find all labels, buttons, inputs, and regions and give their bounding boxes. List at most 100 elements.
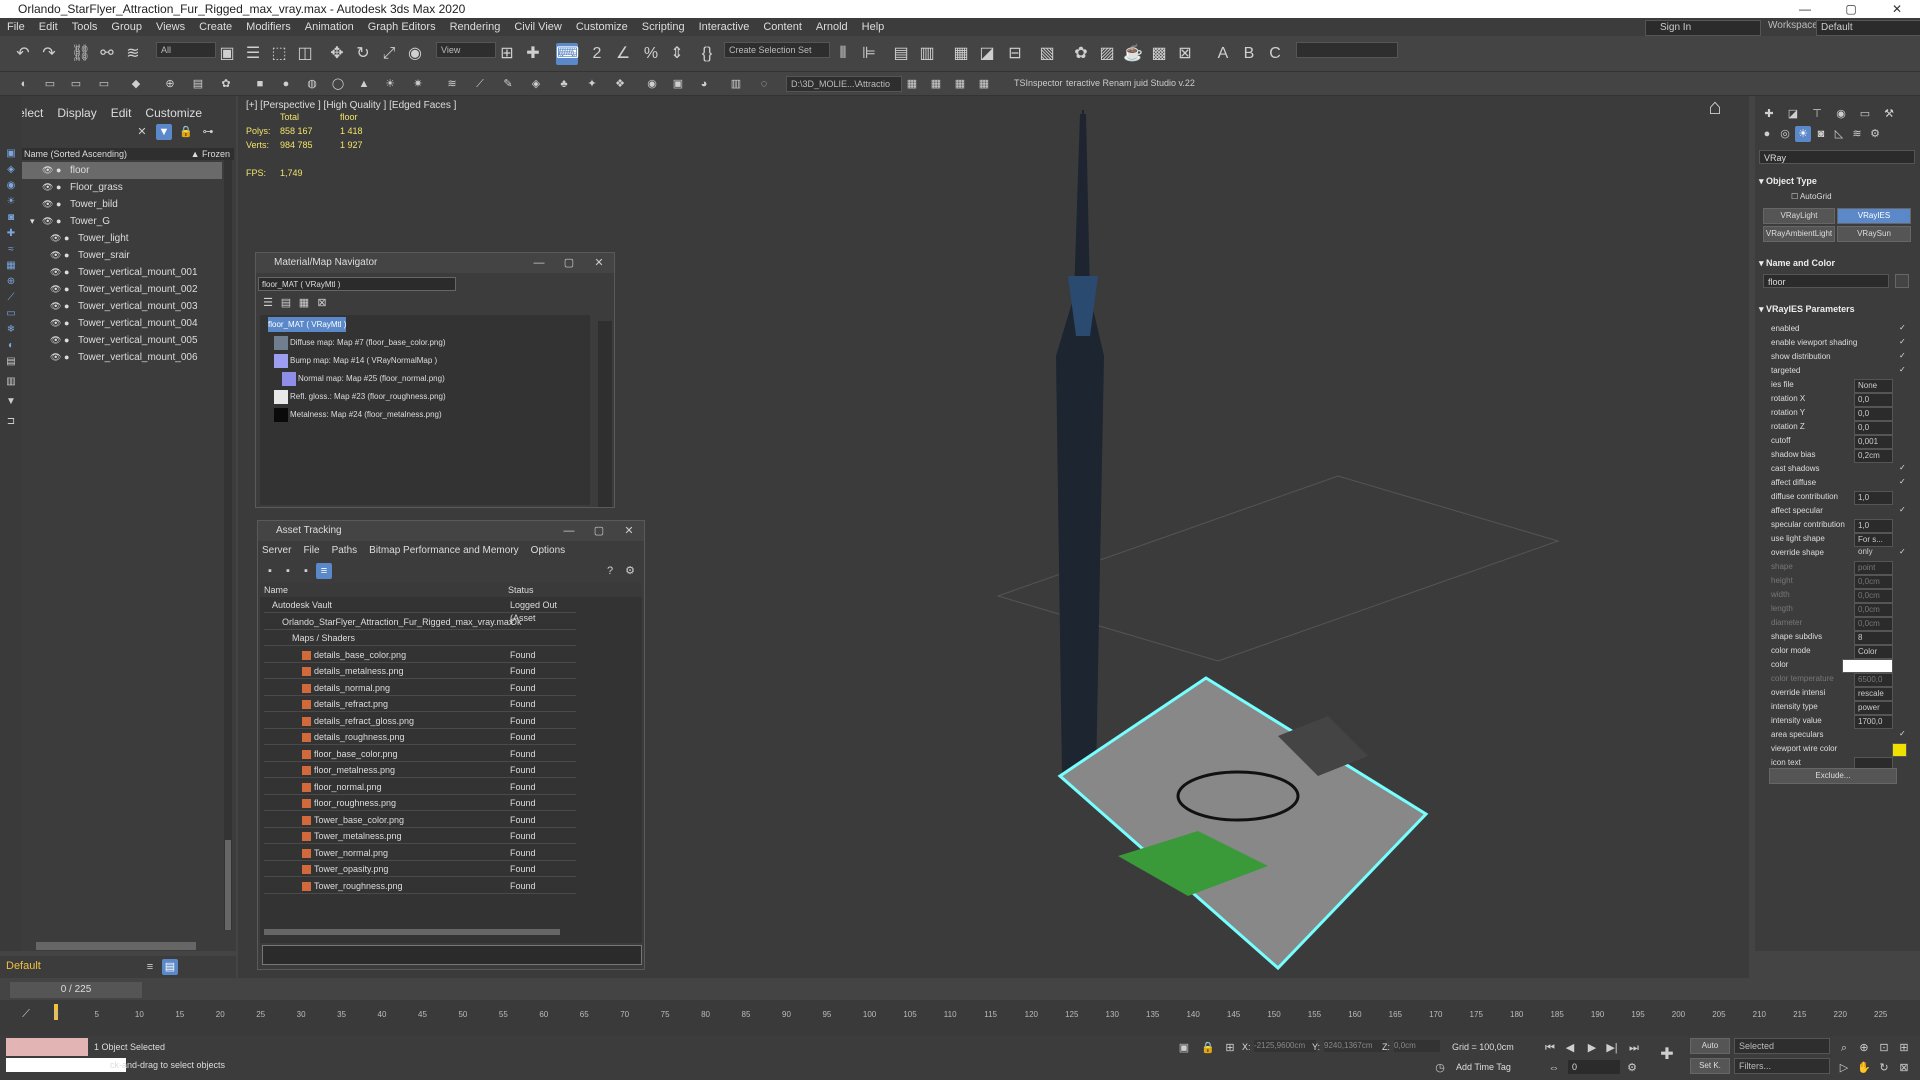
scrollbar-thumb[interactable] (225, 840, 231, 930)
maximize-button[interactable]: ▢ (554, 253, 584, 273)
help-icon[interactable]: ? (602, 563, 618, 579)
edit-named-selection-icon[interactable]: {} (696, 43, 718, 65)
go-to-start-icon[interactable]: ⏮ (1542, 1040, 1558, 1056)
render-toggle-icon[interactable]: ● (64, 298, 74, 315)
scene-list-header[interactable]: Name (Sorted Ascending) ▲ Frozen (22, 148, 234, 160)
close-button[interactable]: ✕ (614, 521, 644, 541)
select-by-name-icon[interactable]: ☰ (242, 43, 264, 65)
mirror-icon[interactable]: ⫴ (832, 43, 854, 65)
param-checkbox[interactable]: ✓ (1899, 324, 1907, 332)
display-xrefs-icon[interactable]: ⊕ (4, 276, 18, 288)
visibility-eye-icon[interactable]: 👁 (50, 264, 61, 281)
vraysun-button[interactable]: VRaySun (1837, 226, 1911, 242)
scene-item-floor[interactable]: 👁 ● floor (22, 162, 222, 179)
param-value-field[interactable]: 1700,0 (1854, 715, 1893, 729)
scene-item-tower-vertical-mount-003[interactable]: 👁 ● Tower_vertical_mount_003 (22, 298, 222, 315)
param-row[interactable]: targeted ✓ (1771, 364, 1911, 378)
view-list-icon[interactable]: ☰ (260, 295, 276, 311)
display-hidden-icon[interactable]: ◐ (4, 340, 18, 352)
layer-explorer-toggle-icon[interactable]: ▤ (162, 959, 178, 975)
menu-scripting[interactable]: Scripting (635, 21, 692, 33)
param-row[interactable]: intensity value 1700,0 (1771, 714, 1911, 729)
place-icon[interactable]: ◉ (404, 43, 426, 65)
render-toggle-icon[interactable]: ● (64, 230, 74, 247)
time-tag-icon[interactable]: ◷ (1432, 1060, 1448, 1076)
maximize-button[interactable]: ▢ (584, 521, 614, 541)
asset-row[interactable]: Orlando_StarFlyer_Attraction_Fur_Rigged_… (264, 616, 576, 630)
param-value-field[interactable]: 0,0 (1854, 393, 1893, 407)
display-groups-icon[interactable]: ▦ (4, 260, 18, 272)
visibility-eye-icon[interactable]: 👁 (50, 315, 61, 332)
visibility-eye-icon[interactable]: 👁 (50, 298, 61, 315)
reference-coord-dropdown[interactable]: View (436, 42, 496, 58)
tool-n-icon[interactable]: ✦ (584, 76, 600, 92)
param-value-field[interactable]: 0,2cm (1854, 449, 1893, 463)
unlink-icon[interactable]: ⚯ (96, 43, 118, 65)
param-row[interactable]: area speculars ✓ (1771, 728, 1911, 742)
layer-explorer-icon[interactable]: ▤ (890, 43, 912, 65)
scene-item-tower-srair[interactable]: 👁 ● Tower_srair (22, 247, 222, 264)
param-row[interactable]: rotation Z 0,0 (1771, 420, 1911, 435)
menu-interactive[interactable]: Interactive (692, 21, 757, 33)
path-dropdown[interactable]: D:\3D_MOLIE...\Attractio (786, 76, 902, 92)
param-row[interactable]: enabled ✓ (1771, 322, 1911, 336)
asset-row[interactable]: floor_metalness.png Found (264, 764, 576, 778)
extra-dropdown[interactable] (1296, 42, 1398, 58)
param-value-field[interactable]: 0,0 (1854, 421, 1893, 435)
visibility-eye-icon[interactable]: 👁 (42, 179, 53, 196)
minimize-button[interactable]: — (524, 253, 554, 273)
visibility-eye-icon[interactable]: 👁 (42, 196, 53, 213)
tool-h-icon[interactable]: ✿ (218, 76, 234, 92)
angle-snap-icon[interactable]: ∠ (612, 43, 634, 65)
fov-icon[interactable]: ▷ (1836, 1060, 1852, 1076)
create-tab-icon[interactable]: ✚ (1761, 106, 1777, 122)
minimize-button[interactable]: — (554, 521, 584, 541)
zoom-all-icon[interactable]: ⊕ (1856, 1040, 1872, 1056)
close-search-icon[interactable]: ✕ (134, 124, 150, 140)
rotate-icon[interactable]: ↻ (352, 43, 374, 65)
table-view-icon[interactable]: ≡ (316, 563, 332, 579)
menu-views[interactable]: Views (149, 21, 192, 33)
selection-filter-dropdown[interactable]: All (156, 42, 216, 58)
param-row[interactable]: specular contribution 1,0 (1771, 518, 1911, 533)
window-crossing-icon[interactable]: ◫ (294, 43, 316, 65)
asset-row[interactable]: details_roughness.png Found (264, 731, 576, 745)
vrayambientlight-button[interactable]: VRayAmbientLight (1763, 226, 1835, 242)
menu-graph-editors[interactable]: Graph Editors (361, 21, 443, 33)
asset-row[interactable]: Tower_metalness.png Found (264, 830, 576, 844)
render-iterative-icon[interactable]: ▩ (1148, 43, 1170, 65)
visibility-eye-icon[interactable]: 👁 (42, 213, 53, 230)
key-mode-icon[interactable]: ⇔ (1546, 1060, 1562, 1076)
tool-m-icon[interactable]: ♣ (556, 76, 572, 92)
undo-icon[interactable]: ↶ (12, 43, 34, 65)
tool-w-icon[interactable]: ▦ (952, 76, 968, 92)
param-value-field[interactable]: 6500,0 (1854, 673, 1893, 687)
param-row[interactable]: shadow bias 0,2cm (1771, 448, 1911, 463)
sign-in-dropdown[interactable]: Sign In (1645, 20, 1761, 36)
set-key-button[interactable]: Set K. (1690, 1058, 1730, 1074)
y-coordinate-field[interactable]: 9240,1367cm (1324, 1040, 1386, 1052)
param-value-field[interactable]: For s... only (1854, 533, 1893, 556)
tool-i-icon[interactable]: ≋ (444, 76, 460, 92)
select-manipulate-icon[interactable]: ✚ (522, 43, 544, 65)
scene-explorer-icon[interactable]: ▦ (950, 43, 972, 65)
select-object-icon[interactable]: ▣ (216, 43, 238, 65)
scene-item-tower-vertical-mount-001[interactable]: 👁 ● Tower_vertical_mount_001 (22, 264, 222, 281)
minimize-button[interactable]: — (1782, 0, 1828, 18)
param-value-field[interactable]: 0,001 (1854, 435, 1893, 449)
param-row[interactable]: viewport wire color (1771, 742, 1911, 757)
asset-row[interactable]: details_refract_gloss.png Found (264, 715, 576, 729)
menu-create[interactable]: Create (192, 21, 239, 33)
snap-toggle-icon[interactable]: 2 (586, 43, 608, 65)
render-frame-icon[interactable]: ⊠ (1174, 43, 1196, 65)
menu-bitmap-performance[interactable]: Bitmap Performance and Memory (369, 545, 519, 556)
pivot-icon[interactable]: ⊞ (496, 43, 518, 65)
display-tab-icon[interactable]: ▭ (1857, 106, 1873, 122)
named-selection-dropdown[interactable]: Create Selection Set (724, 42, 830, 58)
render-toggle-icon[interactable]: ● (56, 162, 66, 179)
zoom-extents-icon[interactable]: ⊡ (1876, 1040, 1892, 1056)
visibility-eye-icon[interactable]: 👁 (50, 247, 61, 264)
go-to-end-icon[interactable]: ⏭ (1626, 1040, 1642, 1056)
pan-icon[interactable]: ✋ (1856, 1060, 1872, 1076)
render-toggle-icon[interactable]: ● (56, 213, 66, 230)
